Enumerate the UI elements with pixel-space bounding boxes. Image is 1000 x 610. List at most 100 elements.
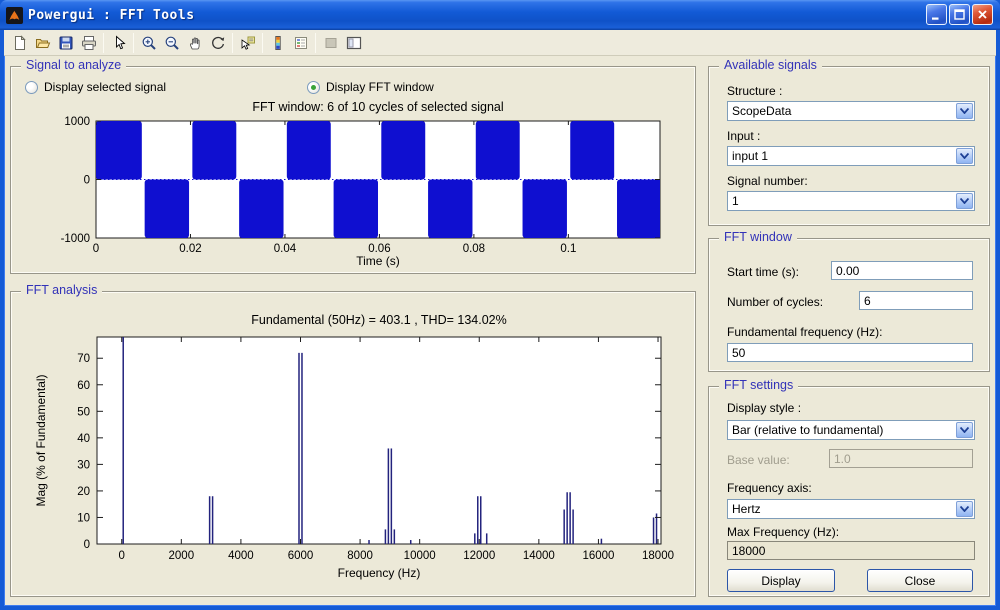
signal-number-label: Signal number: — [727, 174, 808, 188]
hide-plot-tools-icon — [319, 32, 342, 54]
max-frequency-label: Max Frequency (Hz): — [727, 525, 839, 539]
svg-text:60: 60 — [77, 380, 90, 392]
zoom-out-icon[interactable] — [160, 32, 183, 54]
title-bar[interactable]: Powergui : FFT Tools — [0, 0, 1000, 30]
minimize-button[interactable] — [926, 4, 947, 25]
fft-settings-legend: FFT settings — [719, 378, 798, 392]
structure-label: Structure : — [727, 84, 782, 98]
input-label: Input : — [727, 129, 760, 143]
matlab-logo-icon — [6, 7, 23, 24]
svg-text:16000: 16000 — [582, 550, 614, 562]
close-button[interactable] — [972, 4, 993, 25]
insert-colorbar-icon[interactable] — [266, 32, 289, 54]
svg-text:12000: 12000 — [463, 550, 495, 562]
edit-plot-pointer-icon[interactable] — [107, 32, 130, 54]
signal-plot: FFT window: 6 of 10 cycles of selected s… — [19, 97, 689, 269]
open-file-icon[interactable] — [31, 32, 54, 54]
signal-number-dropdown[interactable]: 1 — [727, 191, 975, 211]
fundamental-frequency-field[interactable] — [727, 343, 973, 362]
start-time-label: Start time (s): — [727, 265, 799, 279]
window-title: Powergui : FFT Tools — [28, 8, 195, 23]
structure-dropdown[interactable]: ScopeData — [727, 101, 975, 121]
svg-text:4000: 4000 — [228, 550, 254, 562]
svg-text:20: 20 — [77, 486, 90, 498]
figure-toolbar — [4, 30, 996, 56]
display-style-dropdown[interactable]: Bar (relative to fundamental) — [727, 420, 975, 440]
toolbar-separator — [103, 33, 104, 53]
toolbar-separator — [262, 33, 263, 53]
svg-text:0.02: 0.02 — [179, 243, 201, 255]
fft-analysis-legend: FFT analysis — [21, 283, 102, 297]
svg-text:10000: 10000 — [404, 550, 436, 562]
data-cursor-icon[interactable] — [236, 32, 259, 54]
number-of-cycles-label: Number of cycles: — [727, 295, 823, 309]
svg-text:0.1: 0.1 — [560, 243, 576, 255]
powergui-fft-tools-window: Powergui : FFT Tools — [0, 0, 1000, 610]
svg-text:0: 0 — [119, 550, 125, 562]
signal-to-analyze-group: Signal to analyze Display selected signa… — [10, 66, 696, 274]
base-value-label: Base value: — [727, 453, 790, 467]
svg-text:0.04: 0.04 — [274, 243, 297, 255]
insert-legend-icon[interactable] — [289, 32, 312, 54]
frequency-axis-dropdown[interactable]: Hertz — [727, 499, 975, 519]
svg-text:30: 30 — [77, 459, 90, 471]
svg-text:0.08: 0.08 — [463, 243, 485, 255]
zoom-in-icon[interactable] — [137, 32, 160, 54]
fft-window-group: FFT window Start time (s): Number of cyc… — [708, 238, 990, 372]
svg-text:50: 50 — [77, 406, 90, 418]
radio-display-selected-signal[interactable]: Display selected signal — [25, 80, 166, 94]
fft-analysis-group: FFT analysis Fundamental (50Hz) = 403.1 … — [10, 291, 696, 597]
chevron-down-icon[interactable] — [956, 501, 973, 517]
svg-text:8000: 8000 — [347, 550, 373, 562]
save-icon[interactable] — [54, 32, 77, 54]
radio-display-fft-window[interactable]: Display FFT window — [307, 80, 434, 94]
start-time-field[interactable] — [831, 261, 973, 280]
frequency-axis-label: Frequency axis: — [727, 481, 812, 495]
svg-text:Fundamental (50Hz) = 403.1 , T: Fundamental (50Hz) = 403.1 , THD= 134.02… — [251, 313, 506, 327]
svg-text:Frequency (Hz): Frequency (Hz) — [338, 566, 421, 580]
chevron-down-icon[interactable] — [956, 148, 973, 164]
fft-spectrum-plot: Fundamental (50Hz) = 403.1 , THD= 134.02… — [19, 304, 689, 594]
rotate-3d-icon[interactable] — [206, 32, 229, 54]
number-of-cycles-field[interactable] — [859, 291, 973, 310]
available-signals-group: Available signals Structure : ScopeData … — [708, 66, 990, 226]
svg-text:Time (s): Time (s) — [356, 254, 400, 268]
svg-text:0: 0 — [84, 539, 90, 551]
fft-settings-group: FFT settings Display style : Bar (relati… — [708, 386, 990, 597]
svg-text:FFT window: 6 of 10 cycles of: FFT window: 6 of 10 cycles of selected s… — [252, 100, 503, 114]
available-signals-legend: Available signals — [719, 58, 822, 72]
svg-text:Mag (% of Fundamental): Mag (% of Fundamental) — [34, 374, 48, 506]
svg-text:40: 40 — [77, 433, 90, 445]
chevron-down-icon[interactable] — [956, 193, 973, 209]
svg-text:6000: 6000 — [288, 550, 314, 562]
base-value-field — [829, 449, 973, 468]
svg-text:1000: 1000 — [64, 116, 90, 128]
toolbar-separator — [133, 33, 134, 53]
show-plot-tools-icon[interactable] — [342, 32, 365, 54]
fft-window-legend: FFT window — [719, 230, 797, 244]
chevron-down-icon[interactable] — [956, 422, 973, 438]
svg-text:2000: 2000 — [169, 550, 195, 562]
radio-circle-icon[interactable] — [25, 81, 38, 94]
max-frequency-field[interactable] — [727, 541, 975, 560]
maximize-button[interactable] — [949, 4, 970, 25]
pan-hand-icon[interactable] — [183, 32, 206, 54]
display-button[interactable]: Display — [727, 569, 835, 592]
radio-circle-selected-icon[interactable] — [307, 81, 320, 94]
fundamental-frequency-label: Fundamental frequency (Hz): — [727, 325, 882, 339]
toolbar-separator — [315, 33, 316, 53]
close-action-button[interactable]: Close — [867, 569, 973, 592]
toolbar-separator — [232, 33, 233, 53]
svg-text:10: 10 — [77, 512, 90, 524]
svg-text:70: 70 — [77, 353, 90, 365]
new-file-icon[interactable] — [8, 32, 31, 54]
svg-text:0: 0 — [93, 243, 99, 255]
svg-text:-1000: -1000 — [61, 233, 90, 245]
svg-text:0: 0 — [84, 175, 90, 187]
print-icon[interactable] — [77, 32, 100, 54]
chevron-down-icon[interactable] — [956, 103, 973, 119]
svg-text:14000: 14000 — [523, 550, 555, 562]
signal-to-analyze-legend: Signal to analyze — [21, 58, 126, 72]
input-dropdown[interactable]: input 1 — [727, 146, 975, 166]
svg-text:18000: 18000 — [642, 550, 674, 562]
